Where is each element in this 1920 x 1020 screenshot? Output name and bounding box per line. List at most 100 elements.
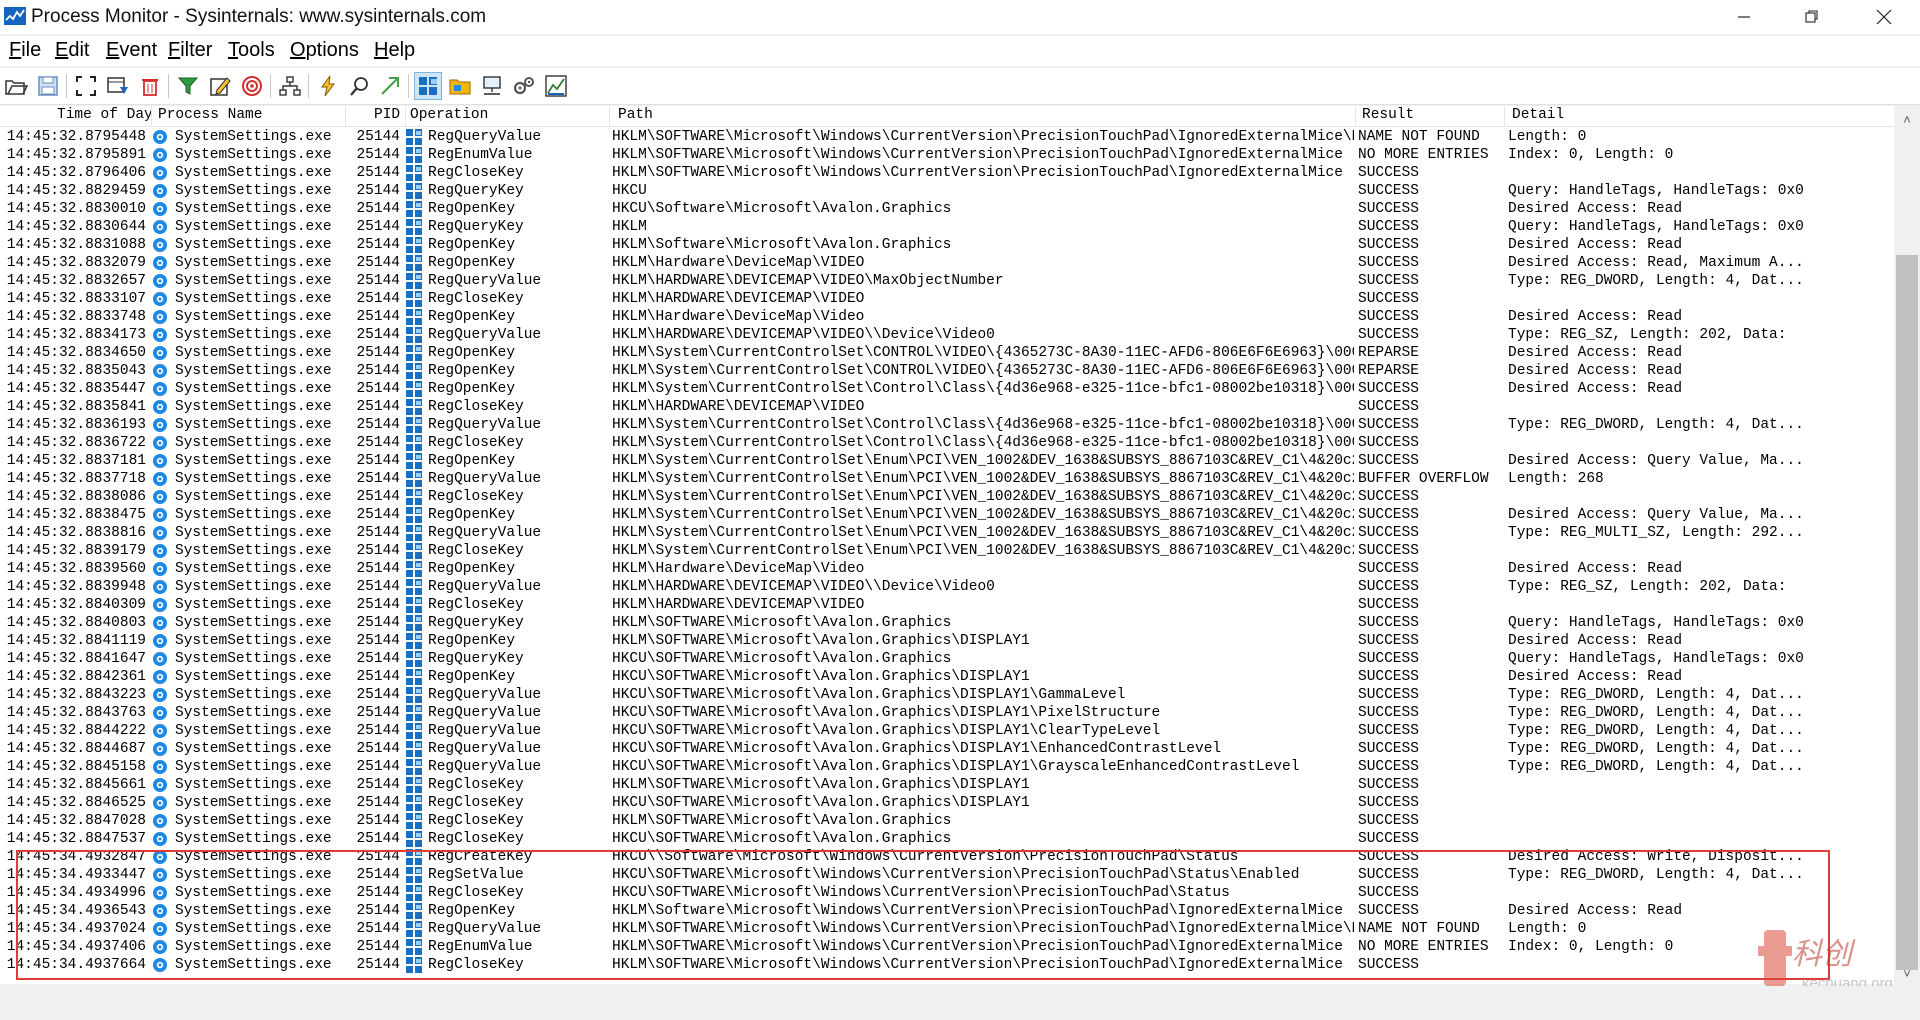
scroll-up-button[interactable]: ˄ [1894,108,1920,130]
table-row[interactable]: 14:45:32.8837718 SystemSettings.exe 25144 R… [0,470,1894,488]
menu-edit[interactable]: Edit [55,39,89,62]
table-row[interactable]: 14:45:32.8840309 SystemSettings.exe 25144 R… [0,596,1894,614]
table-row[interactable]: 14:45:32.8836722 SystemSettings.exe 25144 R… [0,434,1894,452]
path-cell: HKCU\SOFTWARE\Microsoft\Avalon.Graphics\… [612,741,1222,757]
table-row[interactable]: 14:45:32.8838086 SystemSettings.exe 25144 R… [0,488,1894,506]
filter-button[interactable] [174,72,202,100]
table-row[interactable]: 14:45:32.8835043 SystemSettings.exe 25144 R… [0,362,1894,380]
table-row[interactable]: 14:45:32.8795891 SystemSettings.exe 25144 R… [0,146,1894,164]
table-row[interactable]: 14:45:32.8833107 SystemSettings.exe 25144 R… [0,290,1894,308]
menu-event[interactable]: Event [106,39,157,62]
column-divider[interactable] [1504,106,1505,126]
column-divider[interactable] [609,106,610,126]
table-row[interactable]: 14:45:32.8832657 SystemSettings.exe 25144 R… [0,272,1894,290]
table-row[interactable]: 14:45:32.8835841 SystemSettings.exe 25144 R… [0,398,1894,416]
operation-cell: RegCloseKey [428,291,524,307]
table-row[interactable]: 14:45:32.8847028 SystemSettings.exe 25144 R… [0,812,1894,830]
filesystem-activity-button[interactable] [446,72,474,100]
column-header-process[interactable]: Process Name [158,107,262,125]
table-row[interactable]: 14:45:32.8830010 SystemSettings.exe 25144 R… [0,200,1894,218]
process-name-cell: SystemSettings.exe [175,741,332,757]
table-row[interactable]: 14:45:32.8838475 SystemSettings.exe 25144 R… [0,506,1894,524]
table-row[interactable]: 14:45:32.8844222 SystemSettings.exe 25144 R… [0,722,1894,740]
find-button[interactable] [314,72,342,100]
jump-button[interactable] [376,72,404,100]
column-header-pid[interactable]: PID [374,107,400,125]
menu-help[interactable]: Help [374,39,415,62]
process-tree-button[interactable] [276,72,304,100]
restore-button[interactable] [1778,0,1846,34]
process-name-cell: SystemSettings.exe [175,327,332,343]
open-button[interactable] [2,72,30,100]
autoscroll-button[interactable] [104,72,132,100]
table-row[interactable]: 14:45:32.8834173 SystemSettings.exe 25144 R… [0,326,1894,344]
table-row[interactable]: 14:45:32.8846525 SystemSettings.exe 25144 R… [0,794,1894,812]
pid-cell: 25144 [356,417,400,433]
pid-cell: 25144 [356,147,400,163]
search-button[interactable] [346,72,374,100]
table-row[interactable]: 14:45:32.8843763 SystemSettings.exe 25144 R… [0,704,1894,722]
table-row[interactable]: 14:45:32.8845661 SystemSettings.exe 25144 R… [0,776,1894,794]
table-row[interactable]: 14:45:32.8842361 SystemSettings.exe 25144 R… [0,668,1894,686]
table-row[interactable]: 14:45:32.8847537 SystemSettings.exe 25144 R… [0,830,1894,848]
menu-tools[interactable]: Tools [228,39,275,62]
time-cell: 14:45:32.8845158 [6,759,146,775]
table-row[interactable]: 14:45:32.8831088 SystemSettings.exe 25144 R… [0,236,1894,254]
network-activity-button[interactable] [478,72,506,100]
table-row[interactable]: 14:45:32.8795448 SystemSettings.exe 25144 R… [0,128,1894,146]
table-row[interactable]: 14:45:32.8796406 SystemSettings.exe 25144 R… [0,164,1894,182]
result-cell: BUFFER OVERFLOW [1358,471,1489,487]
table-row[interactable]: 14:45:32.8834650 SystemSettings.exe 25144 R… [0,344,1894,362]
column-divider[interactable] [345,106,346,126]
table-row[interactable]: 14:45:32.8838816 SystemSettings.exe 25144 R… [0,524,1894,542]
operation-cell: RegCloseKey [428,489,524,505]
table-row[interactable]: 14:45:32.8843223 SystemSettings.exe 25144 R… [0,686,1894,704]
table-row[interactable]: 14:45:32.8837181 SystemSettings.exe 25144 R… [0,452,1894,470]
column-header-time[interactable]: Time of Day [57,107,153,125]
table-row[interactable]: 14:45:32.8833748 SystemSettings.exe 25144 R… [0,308,1894,326]
table-row[interactable]: 14:45:32.8844687 SystemSettings.exe 25144 R… [0,740,1894,758]
highlight-button[interactable] [206,72,234,100]
scrollbar-thumb[interactable] [1896,255,1918,970]
menu-filter[interactable]: Filter [168,39,212,62]
table-row[interactable]: 14:45:32.8841647 SystemSettings.exe 25144 R… [0,650,1894,668]
search-icon [350,77,368,96]
pid-cell: 25144 [356,669,400,685]
process-name-cell: SystemSettings.exe [175,669,332,685]
menu-options[interactable]: Options [290,39,359,62]
time-cell: 14:45:32.8838475 [6,507,146,523]
table-row[interactable]: 14:45:32.8841119 SystemSettings.exe 25144 R… [0,632,1894,650]
table-row[interactable]: 14:45:32.8836193 SystemSettings.exe 25144 R… [0,416,1894,434]
table-row[interactable]: 14:45:32.8829459 SystemSettings.exe 25144 R… [0,182,1894,200]
column-header-result[interactable]: Result [1362,107,1414,125]
minimize-button[interactable] [1710,0,1778,34]
column-header-detail[interactable]: Detail [1512,107,1564,125]
table-row[interactable]: 14:45:32.8839560 SystemSettings.exe 25144 R… [0,560,1894,578]
process-activity-button[interactable] [510,72,538,100]
table-row[interactable]: 14:45:32.8835447 SystemSettings.exe 25144 R… [0,380,1894,398]
table-row[interactable]: 14:45:32.8830644 SystemSettings.exe 25144 R… [0,218,1894,236]
table-row[interactable]: 14:45:32.8839948 SystemSettings.exe 25144 R… [0,578,1894,596]
column-header-path[interactable]: Path [618,107,653,125]
process-name-cell: SystemSettings.exe [175,561,332,577]
column-divider[interactable] [405,106,406,126]
process-name-cell: SystemSettings.exe [175,255,332,271]
table-row[interactable]: 14:45:32.8845158 SystemSettings.exe 25144 R… [0,758,1894,776]
menu-file[interactable]: File [9,39,41,62]
result-cell: SUCCESS [1358,507,1419,523]
column-header-operation[interactable]: Operation [410,107,488,125]
close-button[interactable] [1850,0,1918,34]
target-button[interactable] [238,72,266,100]
operation-cell: RegCloseKey [428,597,524,613]
clear-button[interactable] [136,72,164,100]
registry-activity-button[interactable] [414,72,442,100]
column-divider[interactable] [1355,106,1356,126]
save-button[interactable] [34,72,62,100]
capture-button[interactable] [72,72,100,100]
table-row[interactable]: 14:45:32.8832079 SystemSettings.exe 25144 R… [0,254,1894,272]
table-row[interactable]: 14:45:32.8840803 SystemSettings.exe 25144 R… [0,614,1894,632]
detail-cell: Desired Access: Read [1508,561,1683,577]
column-divider[interactable] [151,106,152,126]
profiling-events-button[interactable] [542,72,570,100]
table-row[interactable]: 14:45:32.8839179 SystemSettings.exe 25144 R… [0,542,1894,560]
